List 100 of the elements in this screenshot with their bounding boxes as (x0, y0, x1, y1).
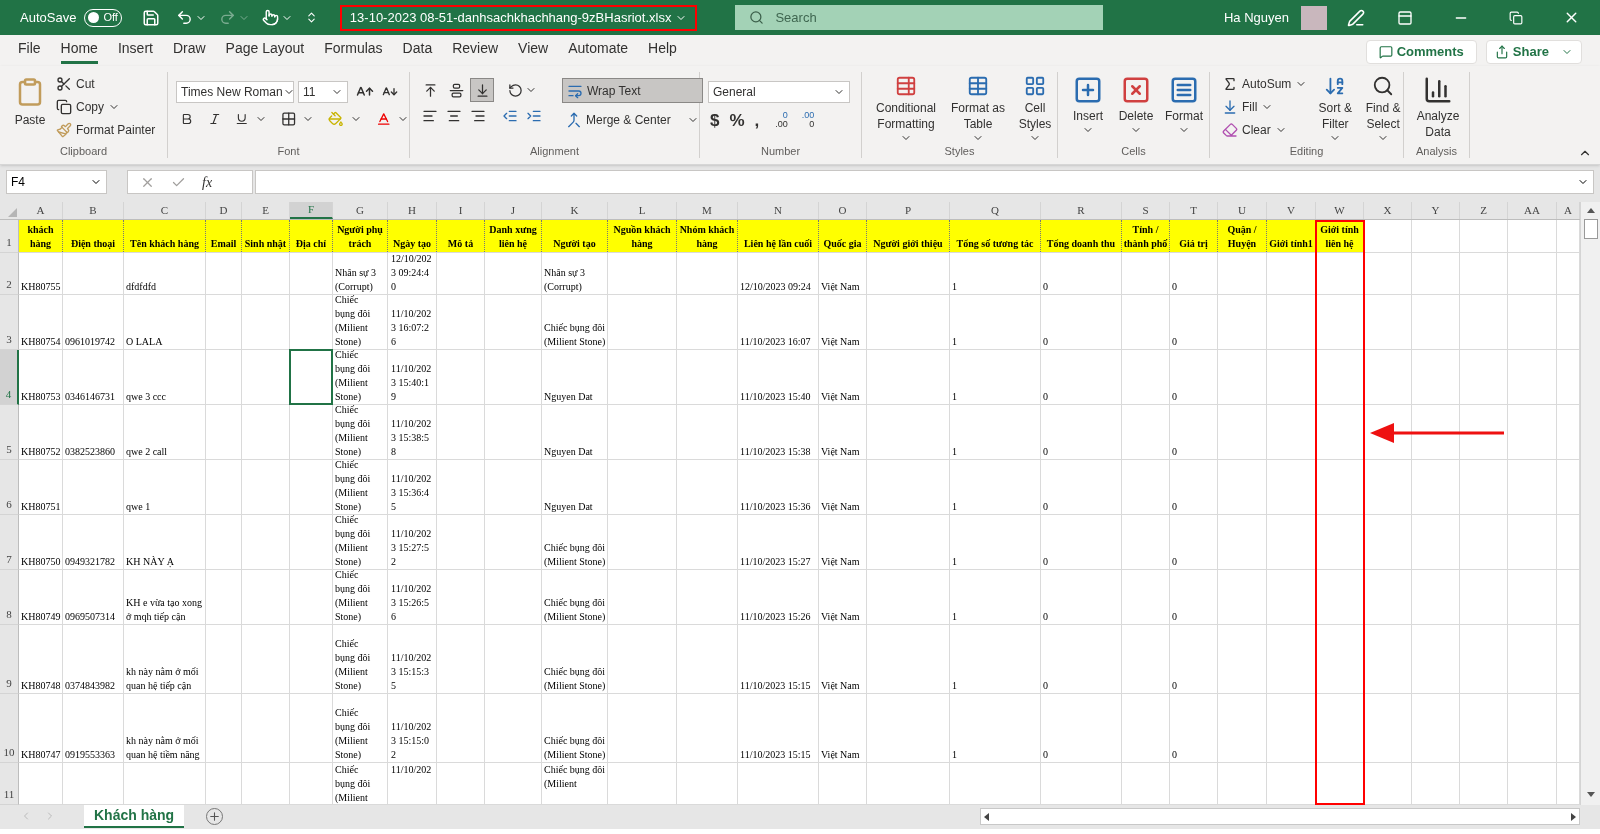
italic-icon[interactable] (207, 112, 222, 126)
ribbon-display-icon[interactable] (1397, 9, 1413, 26)
ribbon-button[interactable]: Cut (56, 72, 156, 95)
row-header[interactable]: 6 (0, 460, 19, 515)
column-header[interactable]: P (867, 202, 950, 219)
touch-mode-icon[interactable] (261, 9, 279, 26)
decimal-button[interactable]: .00 0 (801, 111, 815, 129)
ribbon-button[interactable]: Format (1162, 72, 1206, 144)
ribbon-button[interactable]: AutoSum (1222, 72, 1308, 95)
scrollbar-thumb[interactable] (1583, 219, 1598, 239)
name-box[interactable]: F4 (6, 170, 107, 194)
column-header[interactable]: S (1122, 202, 1170, 219)
decimal-button[interactable]: 0 .00 (775, 111, 788, 129)
column-header[interactable]: F (290, 202, 333, 219)
insert-function-button[interactable]: fx (202, 171, 213, 193)
number-style-button[interactable]: $ (708, 111, 722, 129)
column-header[interactable]: X (1364, 202, 1412, 219)
ribbon-button[interactable]: Clear (1222, 118, 1308, 141)
column-header[interactable]: L (608, 202, 677, 219)
ribbon-tab[interactable]: Formulas (314, 38, 393, 66)
ribbon-tab[interactable]: Draw (162, 38, 216, 66)
column-header[interactable]: R (1041, 202, 1122, 219)
formula-input-field[interactable] (255, 170, 1594, 194)
column-header[interactable]: H (388, 202, 437, 219)
column-header[interactable]: M (677, 202, 738, 219)
ribbon-button[interactable]: Insert (1066, 72, 1110, 144)
avatar-placeholder[interactable] (1301, 5, 1327, 30)
row-header[interactable]: 11 (0, 763, 19, 805)
ribbon-tab[interactable]: Help (638, 38, 687, 66)
ribbon-button[interactable]: Sort & Filter (1315, 72, 1356, 144)
column-header[interactable]: G (333, 202, 388, 219)
restore-icon[interactable] (1509, 10, 1523, 25)
ribbon-button[interactable]: Copy (56, 95, 156, 118)
ribbon-button[interactable]: Cell Styles (1014, 72, 1056, 144)
ribbon-tab[interactable]: Insert (107, 38, 163, 66)
font-color-icon[interactable] (375, 111, 391, 127)
row-header[interactable]: 5 (0, 405, 19, 460)
orientation-icon[interactable] (508, 82, 523, 98)
column-header[interactable]: AA (1508, 202, 1557, 219)
undo-icon[interactable] (175, 9, 193, 26)
scroll-up-icon[interactable] (1586, 208, 1595, 213)
number-style-button[interactable]: , (752, 111, 762, 129)
number-style-button[interactable]: % (727, 111, 747, 129)
ribbon-button[interactable]: Conditional Formatting (870, 72, 942, 144)
pen-icon[interactable] (1347, 8, 1365, 27)
decrease-indent-icon[interactable] (502, 108, 518, 124)
column-header[interactable]: Y (1412, 202, 1460, 219)
underline-icon[interactable] (235, 112, 249, 126)
selected-cell[interactable] (289, 349, 333, 405)
ribbon-button[interactable]: Paste (12, 72, 48, 144)
column-header[interactable]: A (19, 202, 63, 219)
comments-button[interactable]: Comments (1365, 40, 1477, 64)
column-header[interactable]: U (1218, 202, 1267, 219)
ribbon-tab[interactable]: Page Layout (215, 38, 315, 66)
row-header[interactable]: 9 (0, 625, 19, 694)
column-header[interactable]: W (1316, 202, 1364, 219)
row-header[interactable]: 10 (0, 694, 19, 763)
file-name-button[interactable]: 13-10-2023 08-51-danhsachkhachhang-9zBHasriot.xlsx (339, 4, 698, 31)
increase-indent-icon[interactable] (526, 108, 542, 124)
column-header[interactable]: I (437, 202, 485, 219)
borders-icon[interactable] (280, 111, 297, 127)
merge-center-button[interactable]: Merge & Center (562, 107, 703, 132)
ribbon-tab[interactable]: Automate (558, 38, 639, 66)
column-header[interactable]: O (819, 202, 867, 219)
ribbon-button[interactable]: Analyze Data (1412, 72, 1464, 144)
ribbon-button[interactable]: Find & Select (1363, 72, 1403, 144)
font-name-field[interactable]: Times New Roman (176, 81, 294, 103)
sheet-tab[interactable]: Khách hàng (84, 805, 185, 828)
number-format-field[interactable]: General (708, 81, 850, 103)
column-header[interactable]: B (63, 202, 124, 219)
row-header[interactable]: 7 (0, 515, 19, 570)
horizontal-scrollbar[interactable] (980, 808, 1580, 825)
row-header[interactable]: 2 (0, 253, 19, 295)
column-header[interactable]: N (738, 202, 819, 219)
column-header[interactable]: Q (950, 202, 1041, 219)
column-header[interactable]: T (1170, 202, 1218, 219)
ribbon-tab[interactable]: Review (442, 38, 509, 66)
column-header[interactable]: C (124, 202, 206, 219)
search-field[interactable]: Search (735, 5, 1104, 30)
row-header[interactable]: 1 (0, 220, 19, 253)
scroll-down-icon[interactable] (1586, 792, 1595, 797)
ribbon-tab[interactable]: File (8, 38, 51, 66)
column-header[interactable]: V (1267, 202, 1316, 219)
vertical-align-button[interactable] (470, 78, 494, 102)
column-header[interactable]: Z (1460, 202, 1508, 219)
save-icon[interactable] (141, 8, 160, 27)
column-header[interactable]: J (485, 202, 542, 219)
bold-icon[interactable] (180, 112, 194, 126)
row-header[interactable]: 8 (0, 570, 19, 625)
ribbon-button[interactable]: Format as Table (946, 72, 1010, 144)
share-button[interactable]: Share (1485, 40, 1582, 64)
ribbon-tab[interactable]: Home (50, 38, 108, 66)
font-size-field[interactable]: 11 (298, 81, 348, 103)
ribbon-tab[interactable]: Data (392, 38, 443, 66)
ribbon-button[interactable]: Format Painter (56, 118, 156, 141)
wrap-text-button[interactable]: Wrap Text (562, 78, 703, 103)
column-header[interactable]: D (206, 202, 242, 219)
row-header[interactable]: 4 (0, 350, 19, 405)
row-header[interactable]: 3 (0, 295, 19, 350)
align-left-icon[interactable] (422, 108, 438, 124)
